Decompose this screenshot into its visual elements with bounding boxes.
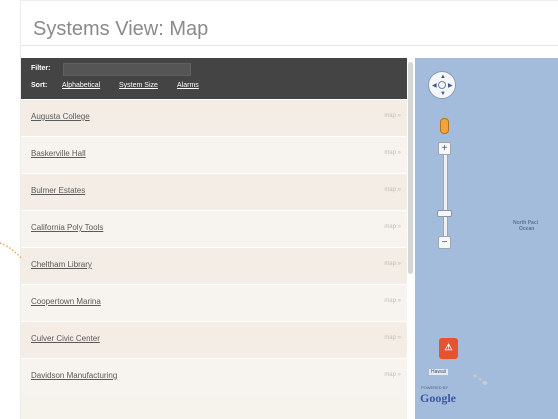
map-link[interactable]: map » xyxy=(384,224,401,230)
zoom-slider-handle[interactable] xyxy=(437,210,452,217)
sort-alphabetical-link[interactable]: Alphabetical xyxy=(62,82,100,89)
map-link[interactable]: map » xyxy=(384,298,401,304)
map-view[interactable]: ▲ ◀ ▶ ▼ + − North Paci Ocean ⚠ Hawaii PO… xyxy=(415,58,558,419)
map-link[interactable]: map » xyxy=(384,150,401,156)
list-item[interactable]: Cheltham Library map » xyxy=(21,247,407,284)
map-islands xyxy=(473,374,488,385)
title-divider xyxy=(21,45,558,46)
map-place-label: Hawaii xyxy=(429,369,449,375)
systems-list-panel: Filter: Sort: Alphabetical System Size A… xyxy=(21,58,407,419)
ocean-label-line2: Ocean xyxy=(519,226,535,232)
sort-alarms-link[interactable]: Alarms xyxy=(177,82,199,89)
powered-by-label: POWERED BY xyxy=(421,385,449,390)
list-item[interactable]: Augusta College map » xyxy=(21,99,407,136)
pan-left-icon[interactable]: ◀ xyxy=(432,83,437,89)
list-scrollbar[interactable] xyxy=(407,58,415,419)
system-name-link[interactable]: Bulmer Estates xyxy=(31,186,85,195)
list-item[interactable]: Culver Civic Center map » xyxy=(21,321,407,358)
list-item[interactable]: California Poly Tools map » xyxy=(21,210,407,247)
frame-top-border xyxy=(20,0,558,1)
map-link[interactable]: map » xyxy=(384,187,401,193)
warning-icon[interactable]: ⚠ xyxy=(439,338,458,359)
list-item[interactable]: Bulmer Estates map » xyxy=(21,173,407,210)
filter-input[interactable] xyxy=(63,63,191,76)
street-view-pegman-icon[interactable] xyxy=(440,118,449,134)
system-name-link[interactable]: Augusta College xyxy=(31,112,90,121)
sort-label: Sort: xyxy=(31,82,48,89)
map-link[interactable]: map » xyxy=(384,261,401,267)
list-item[interactable]: Coopertown Marina map » xyxy=(21,284,407,321)
system-name-link[interactable]: California Poly Tools xyxy=(31,223,103,232)
map-link[interactable]: map » xyxy=(384,335,401,341)
zoom-in-button[interactable]: + xyxy=(438,142,451,155)
pan-up-icon[interactable]: ▲ xyxy=(440,74,446,80)
system-name-link[interactable]: Coopertown Marina xyxy=(31,297,101,306)
pan-right-icon[interactable]: ▶ xyxy=(448,83,453,89)
pan-center-icon[interactable] xyxy=(438,81,446,89)
list-item[interactable]: Davidson Manufacturing map » xyxy=(21,358,407,395)
ocean-label: North Paci Ocean xyxy=(513,220,538,232)
system-name-link[interactable]: Culver Civic Center xyxy=(31,334,100,343)
map-link[interactable]: map » xyxy=(384,113,401,119)
zoom-slider-track[interactable] xyxy=(443,155,448,236)
google-logo[interactable]: Google xyxy=(420,391,456,406)
sort-system-size-link[interactable]: System Size xyxy=(119,82,158,89)
map-link[interactable]: map » xyxy=(384,372,401,378)
list-item[interactable]: Baskerville Hall map » xyxy=(21,136,407,173)
page-title: Systems View: Map xyxy=(33,18,209,40)
map-pan-control[interactable]: ▲ ◀ ▶ ▼ xyxy=(428,71,456,99)
system-name-link[interactable]: Baskerville Hall xyxy=(31,149,86,158)
system-name-link[interactable]: Cheltham Library xyxy=(31,260,92,269)
filter-label: Filter: xyxy=(31,65,51,72)
zoom-out-button[interactable]: − xyxy=(438,236,451,249)
pan-down-icon[interactable]: ▼ xyxy=(440,91,446,97)
filter-bar: Filter: Sort: Alphabetical System Size A… xyxy=(21,58,407,99)
system-name-link[interactable]: Davidson Manufacturing xyxy=(31,371,117,380)
scrollbar-thumb[interactable] xyxy=(408,62,413,274)
